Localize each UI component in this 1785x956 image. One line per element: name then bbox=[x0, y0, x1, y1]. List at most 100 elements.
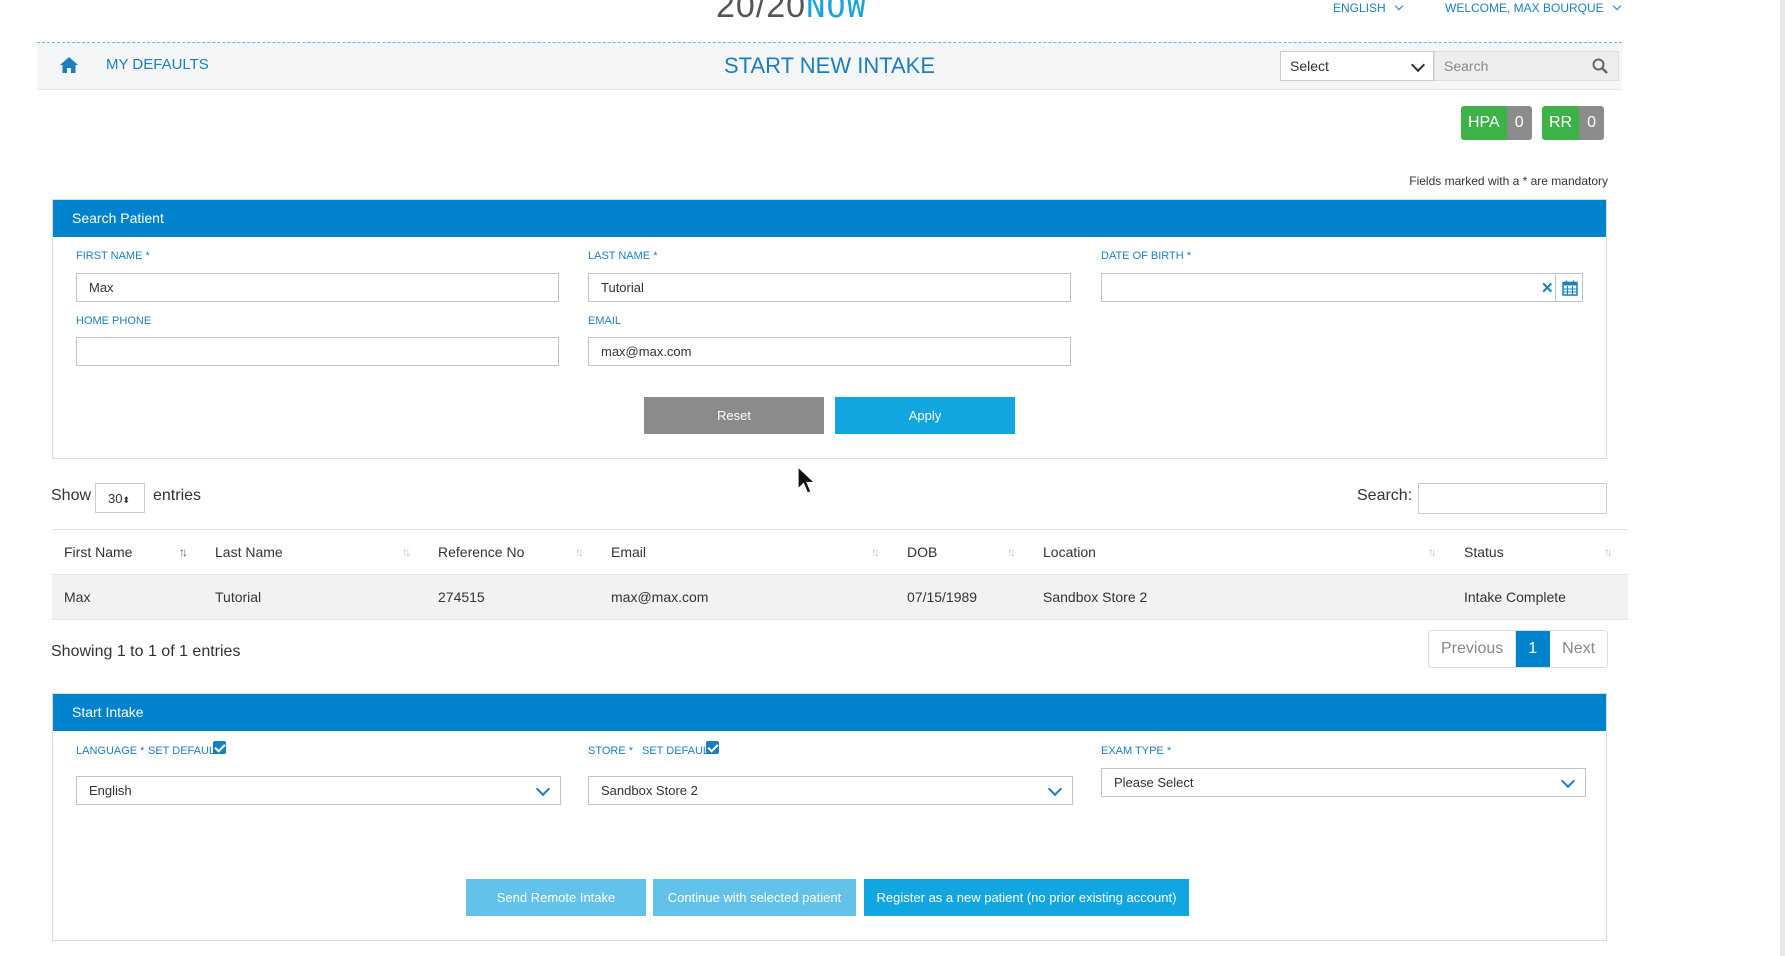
calendar-icon bbox=[1562, 280, 1578, 296]
calendar-button[interactable] bbox=[1555, 273, 1583, 302]
send-remote-intake-button[interactable]: Send Remote Intake bbox=[466, 879, 646, 916]
store-set-default-checkbox[interactable] bbox=[706, 741, 719, 754]
nav-select[interactable]: Select bbox=[1280, 51, 1434, 81]
register-new-patient-button[interactable]: Register as a new patient (no prior exis… bbox=[864, 879, 1189, 916]
sort-icon: ↑↓ bbox=[1428, 545, 1437, 559]
language-label: ENGLISH bbox=[1333, 1, 1386, 15]
search-patient-title: Search Patient bbox=[53, 200, 1606, 237]
exam-type-select-value: Please Select bbox=[1114, 775, 1194, 790]
cell-reference-no: 274515 bbox=[426, 574, 599, 620]
sort-icon: ↑↓ bbox=[179, 545, 188, 559]
clear-date-icon[interactable]: ✕ bbox=[1541, 279, 1554, 297]
exam-type-label: EXAM TYPE * bbox=[1101, 745, 1172, 757]
column-header-reference-no[interactable]: Reference No ↑↓ bbox=[426, 529, 599, 575]
nav-bar: MY DEFAULTS START NEW INTAKE Select Sear… bbox=[37, 42, 1622, 90]
store-set-default-label: SET DEFAULT bbox=[642, 745, 715, 757]
apply-button[interactable]: Apply bbox=[835, 397, 1015, 434]
first-name-label: FIRST NAME * bbox=[76, 250, 150, 262]
user-menu[interactable]: WELCOME, MAX BOURQUE bbox=[1445, 1, 1621, 15]
reset-button[interactable]: Reset bbox=[644, 397, 824, 434]
column-label: DOB bbox=[907, 544, 938, 560]
nav-search-placeholder: Search bbox=[1444, 58, 1489, 74]
my-defaults-link[interactable]: MY DEFAULTS bbox=[106, 56, 209, 73]
language-label: LANGUAGE * bbox=[76, 745, 145, 757]
logo-text-accent: NOW bbox=[806, 0, 867, 25]
store-label: STORE * bbox=[588, 745, 634, 757]
column-label: Email bbox=[611, 544, 647, 560]
table-row[interactable]: Max Tutorial 274515 max@max.com 07/15/19… bbox=[52, 574, 1628, 620]
dob-input[interactable] bbox=[1101, 273, 1557, 302]
cell-location: Sandbox Store 2 bbox=[1031, 574, 1452, 620]
column-label: Reference No bbox=[438, 544, 525, 560]
nav-select-value: Select bbox=[1290, 58, 1329, 74]
column-header-status[interactable]: Status ↑↓ bbox=[1452, 529, 1628, 575]
rr-badge[interactable]: RR 0 bbox=[1542, 106, 1605, 140]
page-size-value: 30 bbox=[108, 491, 123, 506]
page-size-select[interactable]: 30⬍ bbox=[95, 483, 145, 513]
hpa-badge-label: HPA bbox=[1461, 106, 1507, 140]
home-icon[interactable] bbox=[59, 55, 79, 75]
hpa-badge-count: 0 bbox=[1506, 106, 1532, 140]
nav-search-input[interactable]: Search bbox=[1434, 51, 1619, 81]
column-header-location[interactable]: Location ↑↓ bbox=[1031, 529, 1452, 575]
mouse-cursor-icon bbox=[797, 466, 817, 494]
continue-with-patient-button[interactable]: Continue with selected patient bbox=[653, 879, 856, 916]
entries-label: entries bbox=[153, 487, 202, 504]
scrollbar[interactable] bbox=[1780, 0, 1785, 956]
language-set-default-checkbox[interactable] bbox=[213, 741, 226, 754]
home-phone-input[interactable] bbox=[76, 337, 559, 366]
sort-arrows-icon: ⬍ bbox=[122, 495, 131, 505]
table-header-row: First Name ↑↓ Last Name ↑↓ Reference No ↑↓ … bbox=[52, 529, 1628, 575]
language-select[interactable]: English bbox=[76, 776, 561, 805]
show-label: Show bbox=[51, 487, 92, 504]
mandatory-note: Fields marked with a * are mandatory bbox=[1409, 174, 1608, 188]
chevron-down-icon bbox=[535, 781, 551, 797]
table-search-input[interactable] bbox=[1418, 483, 1607, 514]
welcome-label: WELCOME, MAX BOURQUE bbox=[1445, 1, 1604, 15]
column-header-last-name[interactable]: Last Name ↑↓ bbox=[203, 529, 426, 575]
last-name-label: LAST NAME * bbox=[588, 250, 658, 262]
sort-icon: ↑↓ bbox=[575, 545, 584, 559]
sort-icon: ↑↓ bbox=[871, 545, 880, 559]
column-label: First Name bbox=[64, 544, 133, 560]
language-select-value: English bbox=[89, 783, 132, 798]
store-select[interactable]: Sandbox Store 2 bbox=[588, 776, 1073, 805]
home-phone-label: HOME PHONE bbox=[76, 315, 152, 327]
chevron-down-icon bbox=[1560, 773, 1576, 789]
first-name-input[interactable]: Max bbox=[76, 273, 559, 302]
patients-table: First Name ↑↓ Last Name ↑↓ Reference No ↑↓ … bbox=[52, 529, 1628, 620]
sort-icon: ↑↓ bbox=[1007, 545, 1016, 559]
email-input[interactable]: max@max.com bbox=[588, 337, 1071, 366]
table-search-label: Search: bbox=[1357, 487, 1413, 504]
hpa-badge[interactable]: HPA 0 bbox=[1461, 106, 1532, 140]
pagination: Previous 1 Next bbox=[1428, 630, 1609, 668]
cell-status: Intake Complete bbox=[1452, 574, 1628, 620]
cell-first-name: Max bbox=[52, 574, 203, 620]
exam-type-select[interactable]: Please Select bbox=[1101, 768, 1586, 797]
chevron-down-icon bbox=[1394, 1, 1403, 11]
chevron-down-icon bbox=[1047, 781, 1063, 797]
pagination-previous[interactable]: Previous bbox=[1429, 631, 1517, 667]
last-name-input[interactable]: Tutorial bbox=[588, 273, 1071, 302]
language-set-default-label: SET DEFAULT bbox=[148, 745, 221, 757]
language-switcher[interactable]: ENGLISH bbox=[1333, 1, 1403, 15]
sort-icon: ↑↓ bbox=[1604, 545, 1613, 559]
search-patient-panel: Search Patient FIRST NAME * Max LAST NAM… bbox=[52, 199, 1607, 459]
column-header-first-name[interactable]: First Name ↑↓ bbox=[52, 529, 203, 575]
search-icon[interactable] bbox=[1592, 58, 1608, 74]
rr-badge-count: 0 bbox=[1579, 106, 1605, 140]
dob-label: DATE OF BIRTH * bbox=[1101, 250, 1192, 262]
pagination-page-1[interactable]: 1 bbox=[1516, 631, 1551, 667]
pagination-next[interactable]: Next bbox=[1550, 631, 1607, 667]
chevron-down-icon bbox=[1410, 57, 1426, 73]
column-label: Last Name bbox=[215, 544, 283, 560]
showing-info: Showing 1 to 1 of 1 entries bbox=[51, 643, 241, 660]
cell-last-name: Tutorial bbox=[203, 574, 426, 620]
column-header-dob[interactable]: DOB ↑↓ bbox=[895, 529, 1031, 575]
column-header-email[interactable]: Email ↑↓ bbox=[599, 529, 895, 575]
rr-badge-label: RR bbox=[1542, 106, 1580, 140]
email-label: EMAIL bbox=[588, 315, 622, 327]
cell-email: max@max.com bbox=[599, 574, 895, 620]
cell-dob: 07/15/1989 bbox=[895, 574, 1031, 620]
column-label: Location bbox=[1043, 544, 1096, 560]
